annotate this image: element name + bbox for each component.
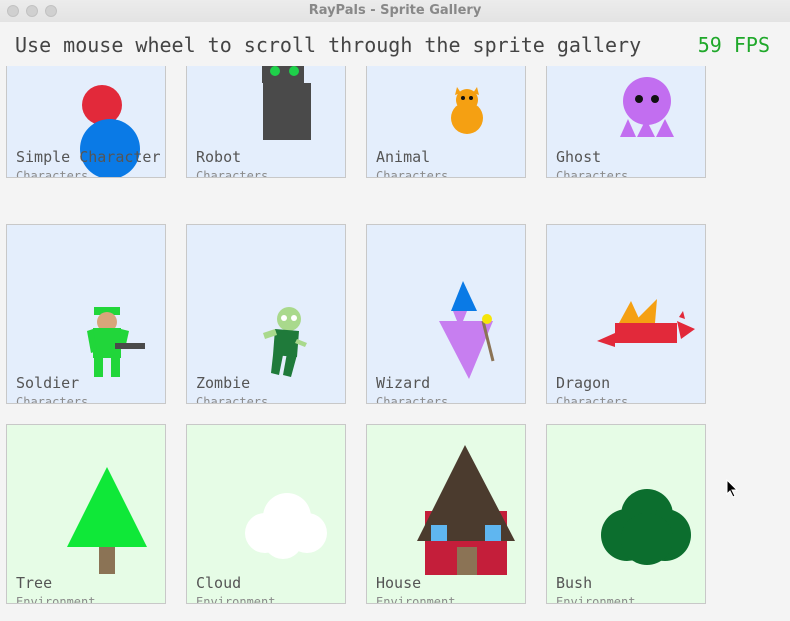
sprite-category: Environment (556, 595, 636, 604)
sprite-card-tree[interactable]: Tree Environment (6, 424, 166, 604)
mouse-pointer-icon (726, 479, 739, 498)
sprite-category: Characters (376, 169, 449, 178)
sprite-name: Wizard (376, 374, 431, 392)
sprite-category: Characters (16, 169, 89, 178)
sprite-card-zombie[interactable]: Zombie Characters (186, 224, 346, 404)
sprite-name: Dragon (556, 374, 611, 392)
sprite-card-wizard[interactable]: Wizard Characters (366, 224, 526, 404)
sprite-category: Environment (16, 595, 96, 604)
sprite-category: Characters (16, 395, 89, 404)
sprite-card-soldier[interactable]: Soldier Characters (6, 224, 166, 404)
sprite-category: Environment (376, 595, 456, 604)
scroll-instruction: Use mouse wheel to scroll through the sp… (15, 33, 642, 57)
sprite-card-cloud[interactable]: Cloud Environment (186, 424, 346, 604)
sprite-name: Simple Character (16, 148, 161, 166)
window-title: RayPals - Sprite Gallery (308, 3, 482, 18)
sprite-category: Characters (196, 169, 269, 178)
sprite-name: Animal (376, 148, 431, 166)
sprite-category: Characters (556, 395, 629, 404)
fps-counter: 59 FPS (697, 33, 770, 57)
sprite-category: Characters (376, 395, 449, 404)
sprite-name: Soldier (16, 374, 80, 392)
window-titlebar: RayPals - Sprite Gallery (0, 0, 790, 23)
sprite-card-bush[interactable]: Bush Environment (546, 424, 706, 604)
sprite-name: Zombie (196, 374, 251, 392)
sprite-name: Robot (196, 148, 242, 166)
sprite-name: Bush (556, 574, 593, 592)
header-bar: Use mouse wheel to scroll through the sp… (0, 22, 790, 66)
sprite-gallery[interactable]: Simple Character Characters Robot Charac… (0, 22, 790, 621)
sprite-name: Tree (16, 574, 53, 592)
sprite-name: Ghost (556, 148, 602, 166)
sprite-name: House (376, 574, 422, 592)
sprite-name: Cloud (196, 574, 242, 592)
sprite-card-house[interactable]: House Environment (366, 424, 526, 604)
sprite-category: Environment (196, 595, 276, 604)
sprite-card-dragon[interactable]: Dragon Characters (546, 224, 706, 404)
sprite-category: Characters (196, 395, 269, 404)
sprite-category: Characters (556, 169, 629, 178)
